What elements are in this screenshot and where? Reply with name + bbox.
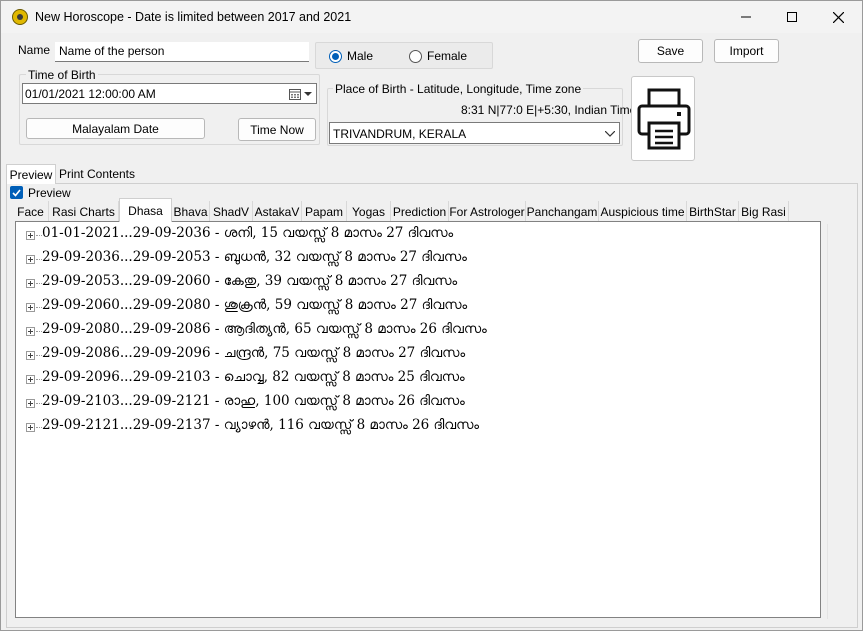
tab-big-rasi[interactable]: Big Rasi (739, 201, 789, 222)
dhasa-period-text: 29-09-2096...29-09-2103 - ചൊവ്വ, 82 വയസ്… (42, 369, 465, 385)
dhasa-period-text: 01-01-2021...29-09-2036 - ശനി, 15 വയസ്സ്… (42, 225, 454, 241)
vertical-scrollbar[interactable] (827, 224, 849, 619)
expand-icon[interactable] (26, 351, 35, 360)
dhasa-period-text: 29-09-2080...29-09-2086 - ആദിത്യൻ, 65 വയ… (42, 321, 487, 337)
time-of-birth-label: Time of Birth (26, 68, 98, 82)
male-label: Male (347, 49, 374, 63)
dhasa-period-text: 29-09-2060...29-09-2080 - ശുക്രൻ, 59 വയസ… (42, 297, 468, 313)
expand-icon[interactable] (26, 423, 35, 432)
chevron-down-icon[interactable] (605, 131, 615, 137)
outer-tabstrip: Preview Print Contents (6, 164, 206, 184)
tab-for-astrologer[interactable]: For Astrologer (449, 201, 526, 222)
expand-icon[interactable] (26, 255, 35, 264)
male-radio[interactable] (329, 50, 342, 63)
expand-icon[interactable] (26, 327, 35, 336)
tab-panchangam[interactable]: Panchangam (526, 201, 599, 222)
tab-preview[interactable]: Preview (6, 164, 56, 184)
female-label: Female (427, 49, 468, 63)
tab-astakav[interactable]: AstakaV (253, 201, 302, 222)
maximize-icon (787, 12, 797, 22)
expand-icon[interactable] (26, 375, 35, 384)
inner-tabstrip: Face Rasi Charts Dhasa Bhava ShadV Astak… (13, 198, 793, 222)
tab-birthstar[interactable]: BirthStar (687, 201, 739, 222)
minimize-icon (741, 16, 751, 18)
app-logo-icon (12, 9, 28, 25)
name-field[interactable]: Name of the person (55, 42, 309, 62)
tab-rasi-charts[interactable]: Rasi Charts (49, 201, 119, 222)
gender-group: Male Female (315, 42, 493, 69)
expand-icon[interactable] (26, 231, 35, 240)
checkmark-icon (12, 189, 21, 197)
time-now-button[interactable]: Time Now (238, 118, 316, 141)
expand-icon[interactable] (26, 303, 35, 312)
close-icon (832, 11, 844, 23)
place-of-birth-label: Place of Birth - Latitude, Longitude, Ti… (333, 82, 584, 96)
datetime-value: 01/01/2021 12:00:00 AM (25, 87, 156, 101)
dhasa-period-text: 29-09-2036...29-09-2053 - ബുധൻ, 32 വയസ്സ… (42, 249, 467, 265)
tab-prediction[interactable]: Prediction (391, 201, 449, 222)
preview-checkbox-label: Preview (28, 186, 71, 200)
import-button[interactable]: Import (714, 39, 779, 63)
preview-checkbox[interactable] (10, 186, 23, 199)
tab-yogas[interactable]: Yogas (347, 201, 391, 222)
close-button[interactable] (815, 1, 861, 33)
expand-icon[interactable] (26, 279, 35, 288)
tab-shadv[interactable]: ShadV (210, 201, 253, 222)
horoscope-window: New Horoscope - Date is limited between … (0, 0, 863, 631)
printer-icon (637, 88, 691, 150)
tab-print-contents[interactable]: Print Contents (58, 164, 136, 184)
title-bar: New Horoscope - Date is limited between … (1, 1, 862, 33)
dhasa-period-text: 29-09-2053...29-09-2060 - കേതു, 39 വയസ്സ… (42, 273, 458, 289)
female-radio[interactable] (409, 50, 422, 63)
name-label: Name (18, 43, 51, 57)
minimize-button[interactable] (723, 1, 769, 33)
dhasa-tree[interactable]: 01-01-2021...29-09-2036 - ശനി, 15 വയസ്സ്… (15, 221, 821, 618)
chevron-down-icon[interactable] (304, 92, 312, 97)
tab-dhasa[interactable]: Dhasa (119, 198, 172, 222)
place-value: TRIVANDRUM, KERALA (333, 127, 467, 141)
print-button[interactable] (631, 76, 695, 161)
tab-face[interactable]: Face (13, 201, 49, 222)
malayalam-date-button[interactable]: Malayalam Date (26, 118, 205, 139)
window-title: New Horoscope - Date is limited between … (35, 10, 352, 24)
tab-auspicious-time[interactable]: Auspicious time (599, 201, 687, 222)
maximize-button[interactable] (769, 1, 815, 33)
tab-papam[interactable]: Papam (302, 201, 347, 222)
dhasa-period-text: 29-09-2103...29-09-2121 - രാഹു, 100 വയസ്… (42, 393, 465, 409)
place-dropdown[interactable]: TRIVANDRUM, KERALA (329, 122, 620, 144)
dhasa-period-text: 29-09-2121...29-09-2137 - വ്യാഴൻ, 116 വയ… (42, 417, 480, 433)
save-button[interactable]: Save (638, 39, 703, 63)
tab-bhava[interactable]: Bhava (172, 201, 210, 222)
coordinates-text: 8:31 N|77:0 E|+5:30, Indian Time (461, 103, 637, 117)
datetime-picker[interactable]: 01/01/2021 12:00:00 AM (22, 83, 317, 104)
calendar-icon[interactable] (289, 88, 301, 100)
dhasa-period-text: 29-09-2086...29-09-2096 - ചന്ദ്രൻ, 75 വയ… (42, 345, 466, 361)
expand-icon[interactable] (26, 399, 35, 408)
